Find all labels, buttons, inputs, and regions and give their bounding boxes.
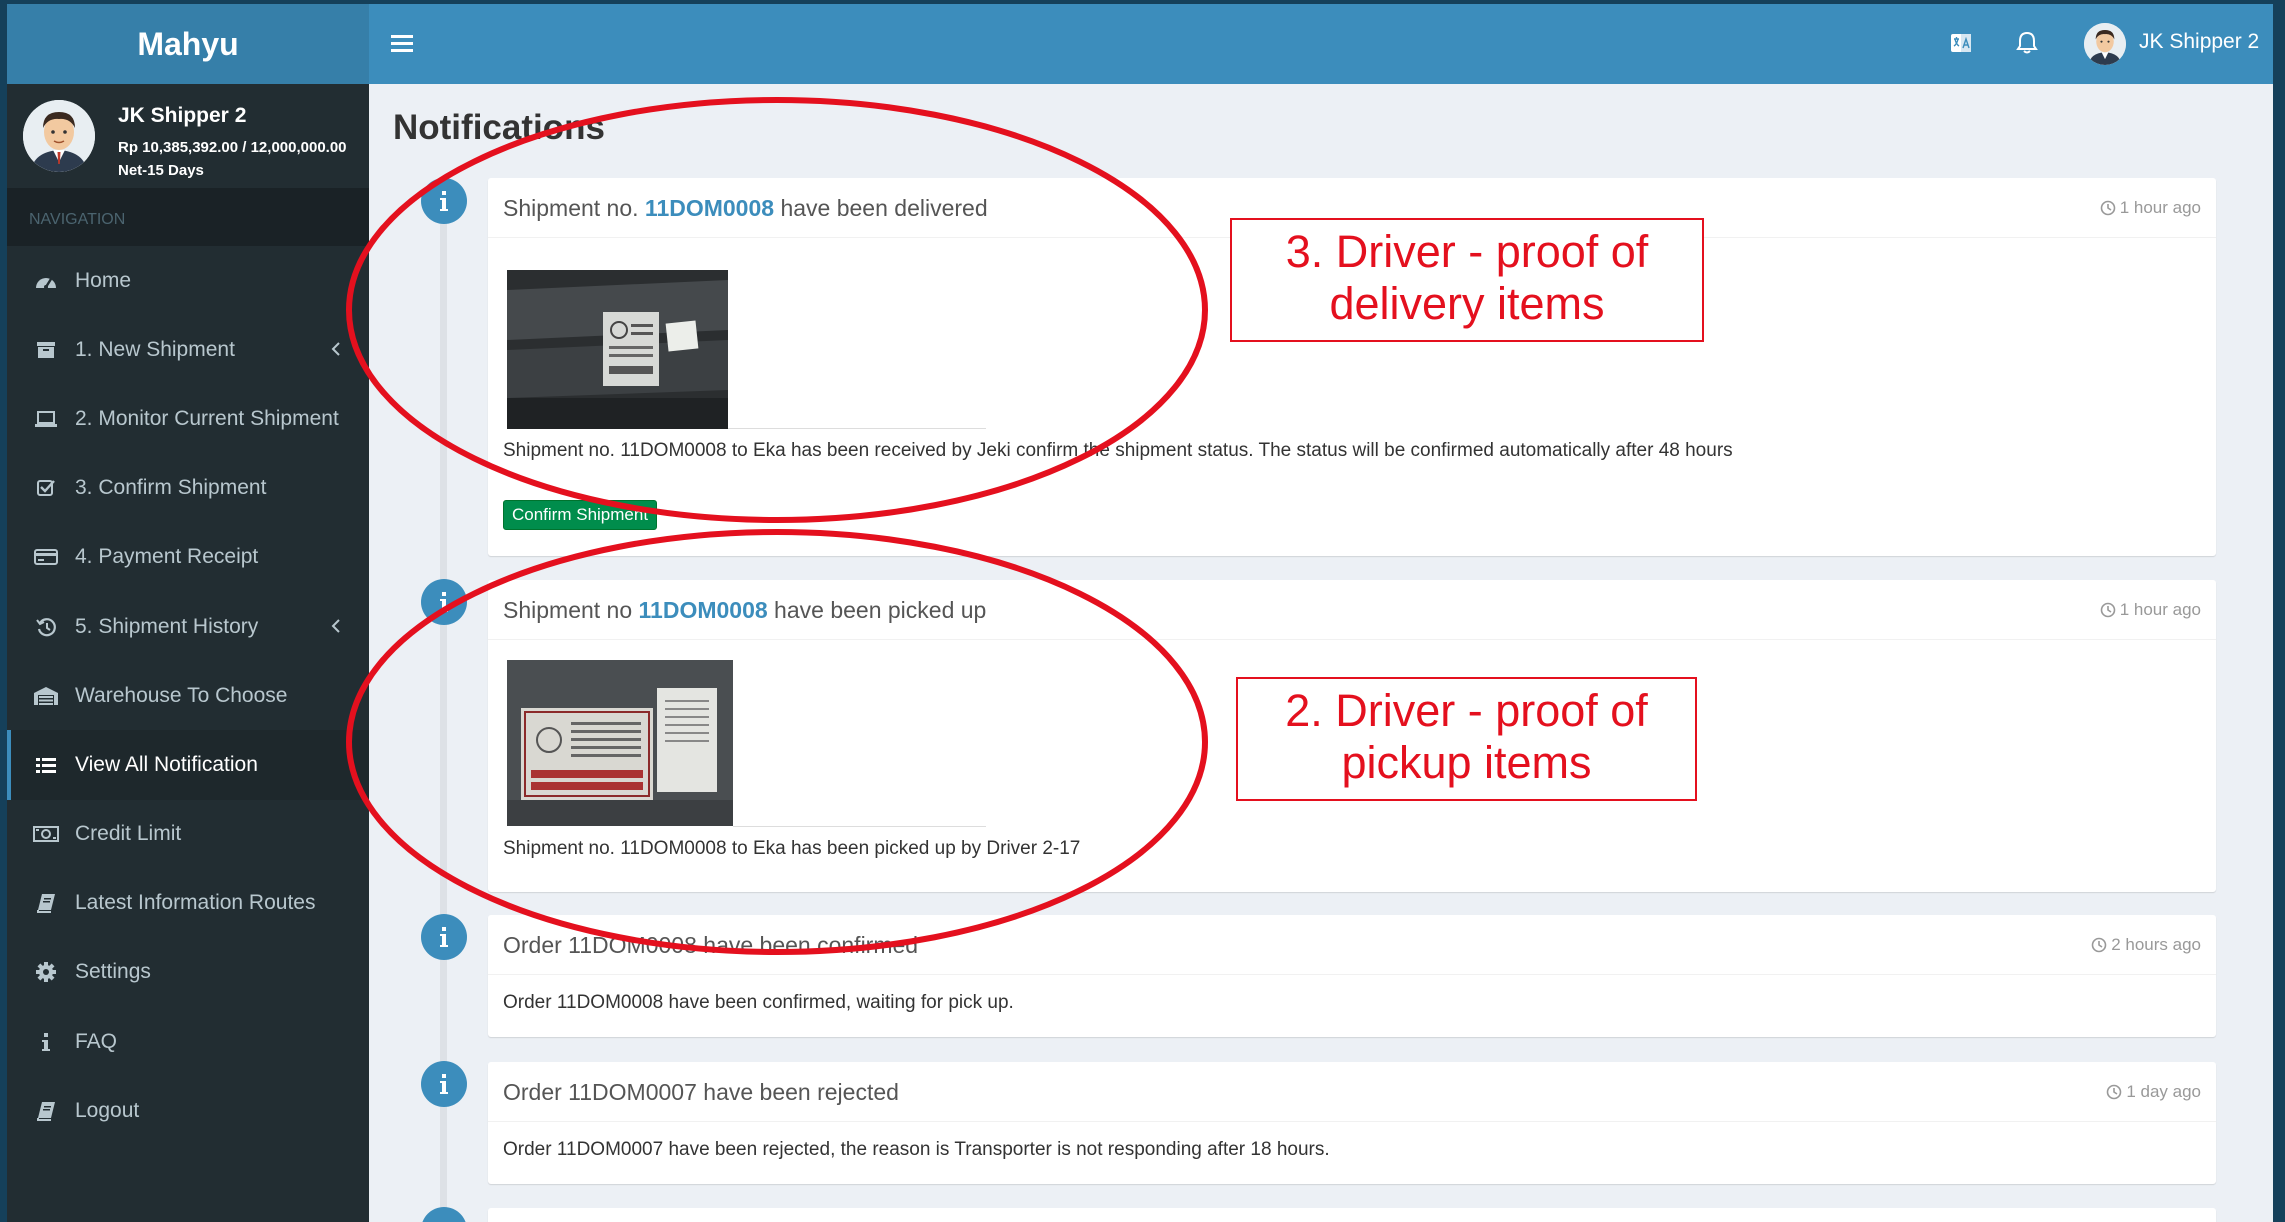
pickup-proof-photo[interactable]	[507, 660, 733, 826]
notification-time: 1 day ago	[2106, 1082, 2201, 1102]
page-title: Notifications	[393, 108, 605, 147]
nav-header: NAVIGATION	[7, 188, 369, 246]
app-logo[interactable]: Mahyu	[7, 4, 369, 84]
menu-toggle-icon[interactable]	[391, 34, 413, 57]
sidebar-item-monitor-shipment[interactable]: 2. Monitor Current Shipment	[7, 384, 369, 453]
sidebar: Mahyu JK Shipper 2 Rp 10,385,392.00 / 12…	[7, 4, 369, 1222]
sidebar-item-home[interactable]: Home	[7, 246, 369, 315]
user-avatar[interactable]	[2084, 23, 2126, 65]
confirm-shipment-button[interactable]: Confirm Shipment	[503, 500, 658, 530]
clock-icon	[2091, 937, 2107, 953]
notification-item	[488, 1208, 2216, 1222]
sidebar-item-label: 3. Confirm Shipment	[75, 476, 267, 500]
notification-text: Shipment no. 11DOM0008 to Eka has been p…	[503, 838, 1081, 859]
notification-body: Order 11DOM0008 have been confirmed, wai…	[488, 975, 2216, 1037]
annotation-label-pickup: 2. Driver - proof of pickup items	[1236, 677, 1697, 801]
user-panel: JK Shipper 2 Rp 10,385,392.00 / 12,000,0…	[7, 84, 369, 188]
sidebar-item-payment-receipt[interactable]: 4. Payment Receipt	[7, 523, 369, 592]
sidebar-item-shipment-history[interactable]: 5. Shipment History	[7, 592, 369, 661]
notification-time: 1 hour ago	[2100, 198, 2201, 218]
app-window: Mahyu JK Shipper 2 Rp 10,385,392.00 / 12…	[7, 4, 2273, 1222]
sidebar-item-label: 5. Shipment History	[75, 614, 259, 638]
top-navbar: JK Shipper 2	[369, 4, 2273, 84]
notification-text: Order 11DOM0008 have been confirmed, wai…	[503, 992, 1014, 1013]
dashboard-icon	[33, 270, 59, 292]
sidebar-item-label: 2. Monitor Current Shipment	[75, 406, 339, 430]
sidebar-item-label: Settings	[75, 960, 151, 984]
shipment-link[interactable]: 11DOM0008	[639, 597, 768, 623]
notification-text: Shipment no. 11DOM0008 to Eka has been r…	[503, 440, 1733, 461]
archive-icon	[33, 339, 59, 361]
warehouse-icon	[33, 685, 59, 707]
notification-item: Order 11DOM0008 have been confirmed 2 ho…	[488, 915, 2216, 1037]
sidebar-item-label: 4. Payment Receipt	[75, 545, 259, 569]
sidebar-item-logout[interactable]: Logout	[7, 1076, 369, 1145]
info-icon	[421, 1061, 467, 1107]
sidebar-item-latest-information-routes[interactable]: Latest Information Routes	[7, 869, 369, 938]
info-icon	[421, 914, 467, 960]
sidebar-item-new-shipment[interactable]: 1. New Shipment	[7, 315, 369, 384]
sidebar-item-credit-limit[interactable]: Credit Limit	[7, 800, 369, 869]
notification-item: Order 11DOM0007 have been rejected 1 day…	[488, 1062, 2216, 1184]
chevron-left-icon	[331, 616, 341, 640]
delivery-proof-photo[interactable]	[507, 270, 728, 429]
clock-icon	[2107, 1084, 2122, 1100]
bell-icon[interactable]	[2016, 30, 2038, 59]
shipment-link[interactable]: 11DOM0008	[645, 195, 774, 221]
sidebar-item-label: 1. New Shipment	[75, 337, 235, 361]
sidebar-item-warehouse[interactable]: Warehouse To Choose	[7, 661, 369, 730]
sidebar-item-label: Warehouse To Choose	[75, 683, 288, 707]
annotation-label-delivery: 3. Driver - proof of delivery items	[1230, 218, 1704, 342]
notification-text: Order 11DOM0007 have been rejected, the …	[503, 1139, 1330, 1160]
sidebar-menu: Home 1. New Shipment 2. Monitor Current …	[7, 246, 369, 1145]
book-icon	[33, 892, 59, 914]
check-square-icon	[33, 477, 59, 499]
sidebar-item-label: Logout	[75, 1098, 140, 1122]
notification-time: 2 hours ago	[2091, 935, 2201, 955]
image-underline	[728, 428, 986, 429]
sidebar-item-label: Credit Limit	[75, 822, 182, 846]
notification-body: Order 11DOM0007 have been rejected, the …	[488, 1122, 2216, 1184]
book-icon	[33, 1100, 59, 1122]
history-icon	[33, 616, 59, 638]
user-name: JK Shipper 2	[118, 104, 247, 127]
sidebar-item-confirm-shipment[interactable]: 3. Confirm Shipment	[7, 454, 369, 523]
image-underline	[733, 826, 986, 827]
sidebar-item-label: Home	[75, 268, 132, 292]
list-icon	[33, 754, 59, 776]
sidebar-item-faq[interactable]: FAQ	[7, 1007, 369, 1076]
credit-card-icon	[33, 546, 59, 568]
sidebar-item-label: View All Notification	[75, 752, 258, 776]
notification-title: Shipment no 11DOM0008 have been picked u…	[488, 580, 2216, 640]
info-icon	[33, 1031, 59, 1053]
credit-balance: Rp 10,385,392.00 / 12,000,000.00	[118, 139, 347, 156]
payment-terms: Net-15 Days	[118, 162, 204, 179]
user-avatar	[23, 100, 95, 172]
info-icon	[421, 1207, 467, 1222]
clock-icon	[2100, 200, 2116, 216]
info-icon	[421, 178, 467, 224]
info-icon	[421, 579, 467, 625]
sidebar-item-label: FAQ	[75, 1029, 118, 1053]
language-icon[interactable]	[1949, 31, 1973, 60]
sidebar-item-settings[interactable]: Settings	[7, 938, 369, 1007]
notification-time: 1 hour ago	[2100, 600, 2201, 620]
user-menu-name[interactable]: JK Shipper 2	[2139, 30, 2259, 54]
chevron-left-icon	[331, 339, 341, 363]
gear-icon	[33, 961, 59, 983]
money-icon	[33, 823, 59, 845]
notification-title: Order 11DOM0008 have been confirmed 2 ho…	[488, 915, 2216, 975]
sidebar-item-view-all-notification[interactable]: View All Notification	[7, 730, 369, 800]
clock-icon	[2100, 602, 2116, 618]
laptop-icon	[33, 408, 59, 430]
notification-title: Order 11DOM0007 have been rejected 1 day…	[488, 1062, 2216, 1122]
sidebar-item-label: Latest Information Routes	[75, 891, 316, 915]
